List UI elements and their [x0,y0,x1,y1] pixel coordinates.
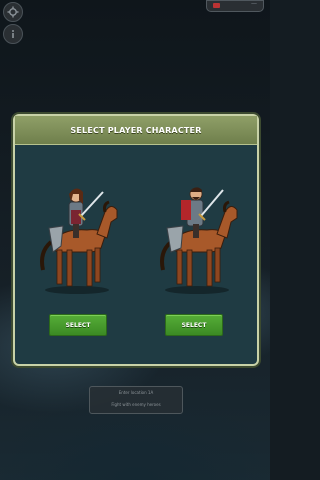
quest-line-1: Enter location 1A [118,390,154,395]
male-knight-on-horse-image [160,187,238,294]
info-icon [12,30,14,38]
resource-bar: — [206,0,264,12]
character-female-knight[interactable] [31,166,121,296]
settings-button[interactable] [3,2,23,22]
character-male-knight[interactable] [151,166,241,296]
background-quest-panel: Enter location 1A Fight with enemy heroe… [89,386,183,414]
resource-icon [213,3,220,8]
select-female-knight-button[interactable]: SELECT [49,314,107,336]
select-male-knight-button[interactable]: SELECT [165,314,223,336]
select-character-modal: SELECT PLAYER CHARACTER SELECT SELECT [13,114,259,366]
gear-icon [7,6,19,18]
female-knight-on-horse-image [40,188,118,294]
info-button[interactable] [3,24,23,44]
quest-line-2: Fight with enemy heroes [111,402,161,407]
modal-title: SELECT PLAYER CHARACTER [15,116,257,145]
resource-value: — [251,0,257,7]
